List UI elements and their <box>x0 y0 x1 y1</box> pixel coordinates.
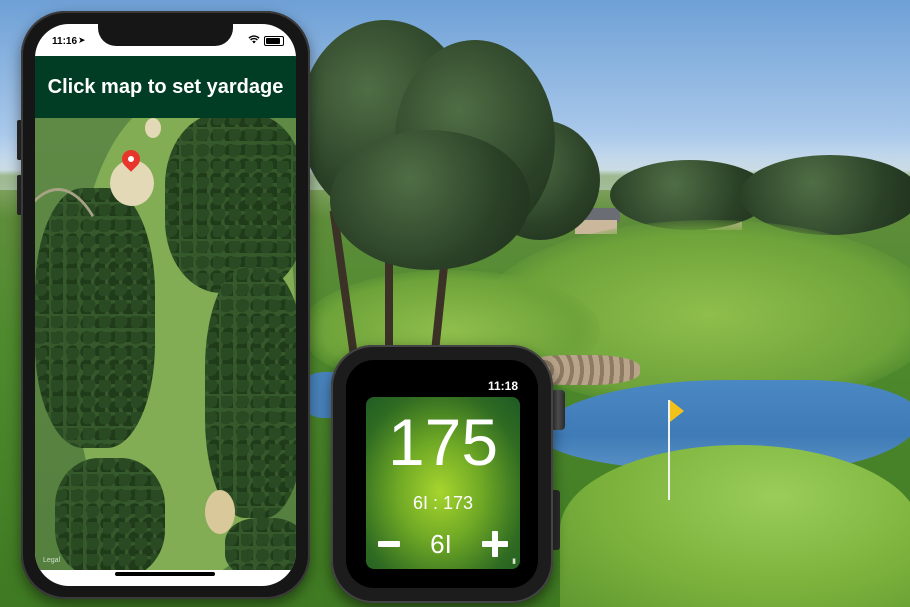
home-indicator[interactable] <box>115 572 215 576</box>
map-tree-cluster <box>165 118 296 293</box>
watch-screen: 11:18 175 6I : 173 6I ▮ <box>346 360 538 588</box>
yardage-instruction-banner: Click map to set yardage <box>35 56 296 118</box>
status-time: 11:16 <box>52 36 78 47</box>
large-oak-tree <box>330 130 530 270</box>
phone-screen: 11:16 ➤ Click map to set yardage Legal <box>35 24 296 586</box>
iphone-device: 11:16 ➤ Click map to set yardage Legal <box>21 11 310 599</box>
yardage-panel: 175 6I : 173 6I ▮ <box>366 397 520 569</box>
digital-crown[interactable] <box>551 390 565 430</box>
distance-yards: 175 <box>387 405 499 479</box>
sand-bunker <box>205 490 235 534</box>
plus-icon[interactable] <box>482 531 508 557</box>
phone-notch <box>98 24 233 46</box>
wifi-icon <box>248 35 260 47</box>
info-icon: ▮ <box>512 558 516 565</box>
club-selector: 6I <box>366 527 520 561</box>
watch-time: 11:18 <box>487 379 518 393</box>
sand-bunker <box>145 118 161 138</box>
apple-watch-device: 11:18 175 6I : 173 6I ▮ <box>331 345 553 603</box>
putting-green <box>560 445 910 607</box>
selected-club: 6I <box>430 528 452 559</box>
status-indicators <box>248 35 284 47</box>
location-arrow-icon: ➤ <box>78 35 86 45</box>
golf-flag-icon <box>670 400 684 422</box>
minus-icon[interactable] <box>378 541 400 547</box>
map-tree-cluster <box>205 268 296 518</box>
battery-icon <box>264 36 284 46</box>
map-tree-cluster <box>225 518 296 570</box>
club-distance-detail: 6I : 173 <box>412 493 474 513</box>
map-legal-link[interactable]: Legal <box>43 557 60 564</box>
course-map[interactable]: Legal <box>35 118 296 570</box>
